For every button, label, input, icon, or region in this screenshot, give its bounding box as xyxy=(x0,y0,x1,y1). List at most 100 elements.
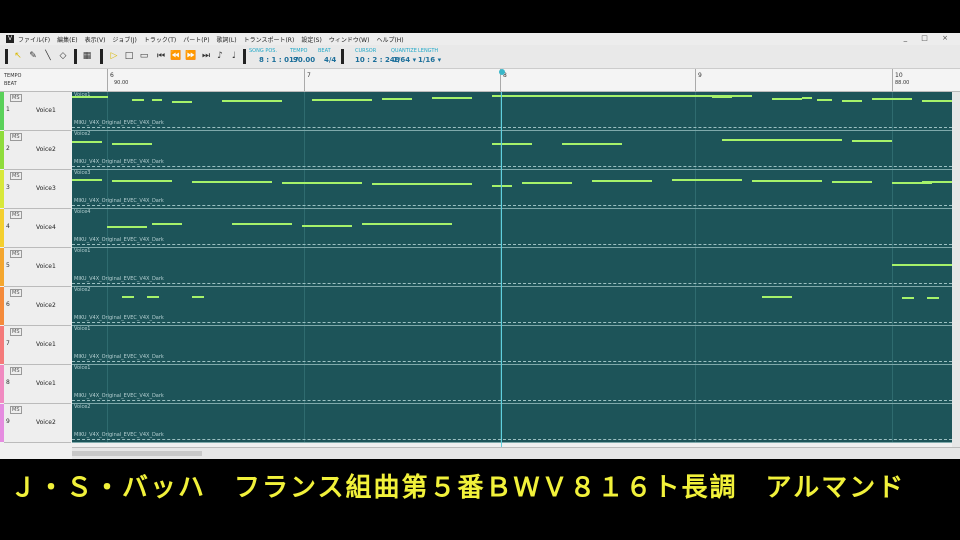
length-select[interactable]: 1/16 ▾ xyxy=(418,56,441,64)
vertical-scrollbar[interactable] xyxy=(952,92,960,447)
note-block[interactable] xyxy=(312,99,372,101)
timeline-ruler[interactable]: TEMPO BEAT 6 90.00 7 8 9 10 88.00 xyxy=(0,69,960,92)
stop-icon[interactable]: □ xyxy=(123,50,135,62)
track-header[interactable]: 3 MS Voice3 xyxy=(4,170,71,209)
note-block[interactable] xyxy=(712,96,732,98)
note-block[interactable] xyxy=(832,181,872,183)
go-start-icon[interactable]: ⏮ xyxy=(155,50,167,62)
note-block[interactable] xyxy=(562,143,622,145)
track-row[interactable]: 1 MS Voice1 Voice1 MIKU_V4X_Original_EVE… xyxy=(0,92,960,131)
note-block[interactable] xyxy=(72,141,102,143)
mute-solo-button[interactable]: MS xyxy=(10,289,22,297)
note-block[interactable] xyxy=(802,97,812,99)
play-icon[interactable]: ▷ xyxy=(108,50,120,62)
track-header[interactable]: 1 MS Voice1 xyxy=(4,92,71,131)
note-block[interactable] xyxy=(172,101,192,103)
track-row[interactable]: 9 MS Voice2 Voice2 MIKU_V4X_Original_EVE… xyxy=(0,404,960,443)
track-header[interactable]: 5 MS Voice1 xyxy=(4,248,71,287)
note-block[interactable] xyxy=(282,182,362,184)
track-header[interactable]: 7 MS Voice1 xyxy=(4,326,71,365)
note-block[interactable] xyxy=(852,140,892,142)
track-header[interactable]: 4 MS Voice4 xyxy=(4,209,71,248)
menu-view[interactable]: 表示(V) xyxy=(85,35,106,44)
note-block[interactable] xyxy=(112,180,172,182)
track-row[interactable]: 8 MS Voice1 Voice1 MIKU_V4X_Original_EVE… xyxy=(0,365,960,404)
track-row[interactable]: 3 MS Voice3 Voice3 MIKU_V4X_Original_EVE… xyxy=(0,170,960,209)
mute-solo-button[interactable]: MS xyxy=(10,328,22,336)
track-lane[interactable]: Voice2 MIKU_V4X_Original_EVEC_V4X_Dark xyxy=(72,404,952,443)
playhead-handle[interactable] xyxy=(499,69,505,75)
quantize-select[interactable]: 1/64 ▾ xyxy=(393,56,416,64)
note-block[interactable] xyxy=(892,264,952,266)
horizontal-scroll-thumb[interactable] xyxy=(72,451,202,456)
note-block[interactable] xyxy=(107,226,147,228)
track-header[interactable]: 9 MS Voice2 xyxy=(4,404,71,443)
note-block[interactable] xyxy=(72,96,108,98)
note-block[interactable] xyxy=(432,97,472,99)
note-block[interactable] xyxy=(522,182,572,184)
line-tool-icon[interactable]: ╲ xyxy=(42,50,54,62)
note-block[interactable] xyxy=(382,98,412,100)
loop-icon[interactable]: ▭ xyxy=(138,50,150,62)
track-lane[interactable]: Voice1 MIKU_V4X_Original_EVEC_V4X_Dark xyxy=(72,248,952,287)
mute-solo-button[interactable]: MS xyxy=(10,133,22,141)
note-block[interactable] xyxy=(232,223,292,225)
note-block[interactable] xyxy=(927,297,939,299)
track-lane[interactable]: Voice1 MIKU_V4X_Original_EVEC_V4X_Dark xyxy=(72,92,952,131)
note-block[interactable] xyxy=(762,296,792,298)
note-block[interactable] xyxy=(672,179,742,181)
note-block[interactable] xyxy=(132,99,144,101)
track-lane[interactable]: Voice1 MIKU_V4X_Original_EVEC_V4X_Dark xyxy=(72,326,952,365)
track-lane[interactable]: Voice1 MIKU_V4X_Original_EVEC_V4X_Dark xyxy=(72,365,952,404)
note-block[interactable] xyxy=(872,98,912,100)
metronome-icon[interactable]: ♪ xyxy=(214,50,226,62)
note-block[interactable] xyxy=(902,297,914,299)
track-lane[interactable]: Voice4 MIKU_V4X_Original_EVEC_V4X_Dark xyxy=(72,209,952,248)
mute-solo-button[interactable]: MS xyxy=(10,406,22,414)
note-block[interactable] xyxy=(817,99,832,101)
menu-window[interactable]: ウィンドウ(W) xyxy=(329,35,370,44)
note-block[interactable] xyxy=(772,98,802,100)
note-block[interactable] xyxy=(72,179,102,181)
track-header[interactable]: 6 MS Voice2 xyxy=(4,287,71,326)
horizontal-scrollbar[interactable] xyxy=(72,447,960,459)
note-block[interactable] xyxy=(192,296,204,298)
track-row[interactable]: 5 MS Voice1 Voice1 MIKU_V4X_Original_EVE… xyxy=(0,248,960,287)
fast-forward-icon[interactable]: ⏩ xyxy=(185,50,197,62)
beat-value[interactable]: 4/4 xyxy=(324,56,336,64)
mute-solo-button[interactable]: MS xyxy=(10,250,22,258)
menu-transport[interactable]: トランスポート(R) xyxy=(244,35,295,44)
note-block[interactable] xyxy=(302,225,352,227)
menu-file[interactable]: ファイル(F) xyxy=(18,35,50,44)
track-lane[interactable]: Voice2 MIKU_V4X_Original_EVEC_V4X_Dark xyxy=(72,131,952,170)
note-block[interactable] xyxy=(192,181,272,183)
note-block[interactable] xyxy=(922,100,952,102)
note-block[interactable] xyxy=(152,99,162,101)
rewind-icon[interactable]: ⏪ xyxy=(170,50,182,62)
click-icon[interactable]: ♩ xyxy=(228,50,240,62)
track-row[interactable]: 4 MS Voice4 Voice4 MIKU_V4X_Original_EVE… xyxy=(0,209,960,248)
menu-part[interactable]: パート(P) xyxy=(183,35,209,44)
eraser-tool-icon[interactable]: ◇ xyxy=(57,50,69,62)
track-header[interactable]: 8 MS Voice1 xyxy=(4,365,71,404)
note-block[interactable] xyxy=(492,143,532,145)
menu-track[interactable]: トラック(T) xyxy=(144,35,176,44)
tempo-value[interactable]: 90.00 xyxy=(293,56,315,64)
note-block[interactable] xyxy=(147,296,159,298)
arrow-tool-icon[interactable]: ↖ xyxy=(12,50,24,62)
note-block[interactable] xyxy=(922,181,952,183)
note-block[interactable] xyxy=(722,139,842,141)
menu-edit[interactable]: 編集(E) xyxy=(57,35,77,44)
menu-lyrics[interactable]: 歌詞(L) xyxy=(217,35,237,44)
track-lane[interactable]: Voice3 MIKU_V4X_Original_EVEC_V4X_Dark xyxy=(72,170,952,209)
mute-solo-button[interactable]: MS xyxy=(10,211,22,219)
note-block[interactable] xyxy=(362,223,452,225)
pencil-tool-icon[interactable]: ✎ xyxy=(27,50,39,62)
note-block[interactable] xyxy=(112,143,152,145)
note-block[interactable] xyxy=(152,223,182,225)
track-header[interactable]: 2 MS Voice2 xyxy=(4,131,71,170)
window-controls[interactable]: _ □ × xyxy=(904,34,954,42)
note-block[interactable] xyxy=(492,185,512,187)
mute-solo-button[interactable]: MS xyxy=(10,367,22,375)
mute-solo-button[interactable]: MS xyxy=(10,94,22,102)
